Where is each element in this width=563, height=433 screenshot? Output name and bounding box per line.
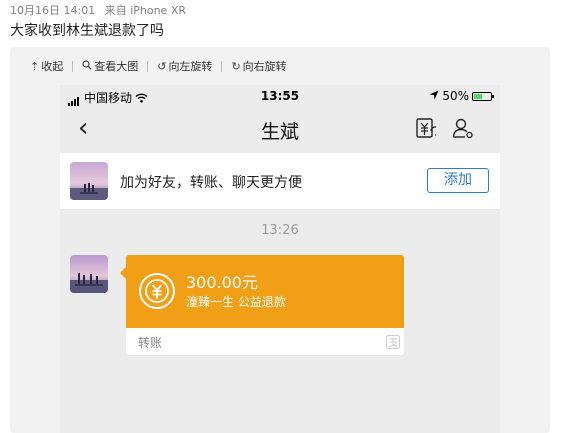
rotate-right-label: 向右旋转: [242, 60, 287, 73]
transfer-note: 潼臻一生 公益退款: [186, 295, 286, 309]
image-viewer: ⇡ 收起 查看大图 ↺ 向左旋转 ↻ 向右旋转 中国移动 13:55 50% ‹…: [10, 47, 550, 433]
add-friend-text: 加为好友，转账、聊天更方便: [120, 175, 302, 191]
battery-percent: 50%: [442, 89, 469, 103]
add-friend-bar: 加为好友，转账、聊天更方便 添加: [60, 153, 500, 209]
yuan-circle-icon: [138, 272, 176, 310]
phone-screenshot: 中国移动 13:55 50% ‹ 生斌 加为好友，转账、聊天更方便 添加 13:…: [60, 85, 500, 433]
bubble-arrow: [120, 267, 126, 279]
sender-avatar[interactable]: [70, 255, 108, 293]
location-arrow-icon: [429, 89, 439, 103]
rotate-right-icon: ↻: [231, 59, 241, 73]
view-large-label: 查看大图: [94, 60, 139, 73]
alipay-icon: [386, 334, 400, 349]
transfer-icon[interactable]: [416, 118, 440, 138]
rotate-left-button[interactable]: ↺ 向左旋转: [157, 58, 212, 74]
post-text: 大家收到林生斌退款了吗: [10, 23, 164, 39]
rotate-right-button[interactable]: ↻ 向右旋转: [231, 58, 286, 74]
transfer-card-body: 300.00元 潼臻一生 公益退款: [120, 255, 404, 328]
toolbar-divider: [221, 60, 223, 72]
add-friend-button[interactable]: 添加: [427, 168, 489, 193]
zoom-icon: [82, 59, 92, 73]
toolbar-divider: [72, 60, 74, 72]
post-source: 来自 iPhone XR: [104, 4, 187, 17]
battery-fill: [474, 93, 482, 99]
view-large-button[interactable]: 查看大图: [82, 58, 138, 74]
profile-icon[interactable]: [452, 117, 474, 139]
status-bar: 中国移动 13:55 50%: [60, 85, 500, 107]
toolbar-divider: [147, 60, 149, 72]
status-right: 50%: [429, 89, 494, 103]
contact-avatar[interactable]: [70, 162, 108, 200]
collapse-button[interactable]: ⇡ 收起: [30, 58, 63, 74]
collapse-label: 收起: [41, 60, 64, 73]
transfer-card-footer: 转账: [126, 328, 404, 355]
transfer-amount: 300.00元: [186, 273, 258, 292]
transfer-message-card[interactable]: 300.00元 潼臻一生 公益退款 转账: [120, 255, 404, 355]
rotate-left-icon: ↺: [157, 59, 167, 73]
collapse-icon: ⇡: [30, 59, 40, 73]
transfer-label: 转账: [138, 336, 163, 350]
post-meta: 10月16日 14:01 来自 iPhone XR: [10, 2, 186, 18]
battery-icon: [472, 91, 494, 101]
post-date[interactable]: 10月16日 14:01: [10, 4, 95, 17]
chat-timestamp: 13:26: [261, 223, 299, 238]
viewer-toolbar: ⇡ 收起 查看大图 ↺ 向左旋转 ↻ 向右旋转: [30, 57, 287, 75]
chat-nav-bar: ‹ 生斌: [60, 107, 500, 153]
rotate-left-label: 向左旋转: [168, 60, 213, 73]
